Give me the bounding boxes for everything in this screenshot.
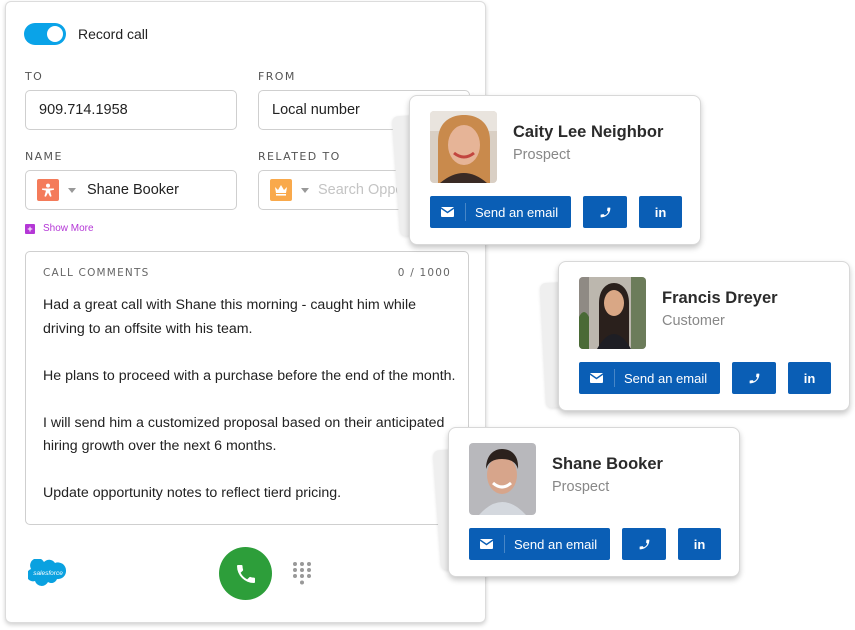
record-call-label: Record call bbox=[78, 26, 149, 42]
contact-avatar bbox=[579, 277, 646, 349]
send-email-label: Send an email bbox=[475, 204, 559, 220]
contact-role: Customer bbox=[662, 313, 725, 329]
contact-avatar bbox=[430, 111, 497, 183]
linkedin-button[interactable]: in bbox=[678, 528, 721, 560]
crown-icon bbox=[270, 179, 292, 201]
contact-card: Shane Booker Prospect Send an email in bbox=[448, 427, 740, 577]
contact-role: Prospect bbox=[513, 147, 571, 163]
linkedin-icon: in bbox=[803, 370, 816, 386]
envelope-icon bbox=[430, 207, 465, 217]
call-comments-label: CALL COMMENTS bbox=[43, 267, 150, 279]
record-call-toggle[interactable] bbox=[24, 23, 66, 45]
to-value: 909.714.1958 bbox=[39, 102, 128, 118]
send-email-button[interactable]: Send an email bbox=[430, 196, 571, 228]
send-email-label: Send an email bbox=[624, 370, 708, 386]
related-dropdown-caret-icon[interactable] bbox=[301, 187, 309, 193]
name-field[interactable]: Shane Booker bbox=[25, 170, 237, 210]
call-contact-button[interactable] bbox=[583, 196, 627, 228]
linkedin-button[interactable]: in bbox=[639, 196, 682, 228]
send-email-button[interactable]: Send an email bbox=[469, 528, 610, 560]
contact-card: Francis Dreyer Customer Send an email in bbox=[558, 261, 850, 411]
call-contact-button[interactable] bbox=[622, 528, 666, 560]
call-button[interactable] bbox=[219, 547, 272, 600]
contact-avatar bbox=[469, 443, 536, 515]
name-dropdown-caret-icon[interactable] bbox=[68, 187, 76, 193]
salesforce-logo-text: salesforce bbox=[33, 570, 63, 577]
linkedin-icon: in bbox=[693, 536, 706, 552]
send-email-button[interactable]: Send an email bbox=[579, 362, 720, 394]
show-more-label: Show More bbox=[43, 223, 94, 234]
contact-role: Prospect bbox=[552, 479, 610, 495]
envelope-icon bbox=[469, 539, 504, 549]
linkedin-icon: in bbox=[654, 204, 667, 220]
call-comments-text[interactable]: Had a great call with Shane this morning… bbox=[43, 294, 458, 529]
phone-icon bbox=[236, 564, 255, 583]
comment-paragraph: He plans to proceed with a purchase befo… bbox=[43, 367, 456, 384]
comment-paragraph: I will send him a customized proposal ba… bbox=[43, 414, 445, 455]
phone-icon bbox=[639, 539, 649, 549]
plus-icon: + bbox=[25, 223, 35, 234]
char-counter: 0 / 1000 bbox=[397, 267, 451, 279]
to-field[interactable]: 909.714.1958 bbox=[25, 90, 237, 130]
contact-name: Shane Booker bbox=[552, 455, 663, 473]
keypad-icon[interactable] bbox=[292, 561, 312, 592]
contact-name: Caity Lee Neighbor bbox=[513, 123, 664, 141]
call-comments-box[interactable]: CALL COMMENTS 0 / 1000 Had a great call … bbox=[25, 251, 469, 525]
from-value: Local number bbox=[272, 102, 360, 118]
contact-card: Caity Lee Neighbor Prospect Send an emai… bbox=[409, 95, 701, 245]
salesforce-logo: salesforce bbox=[26, 558, 68, 592]
name-value: Shane Booker bbox=[87, 182, 179, 198]
name-label: NAME bbox=[25, 150, 63, 163]
to-label: TO bbox=[25, 70, 44, 83]
comment-paragraph: Had a great call with Shane this morning… bbox=[43, 297, 417, 337]
person-icon bbox=[37, 179, 59, 201]
call-contact-button[interactable] bbox=[732, 362, 776, 394]
comment-paragraph: Update opportunity notes to reflect tier… bbox=[43, 485, 342, 501]
from-label: FROM bbox=[258, 70, 296, 83]
linkedin-button[interactable]: in bbox=[788, 362, 831, 394]
related-to-label: RELATED TO bbox=[258, 150, 341, 163]
phone-icon bbox=[600, 207, 610, 217]
contact-name: Francis Dreyer bbox=[662, 289, 778, 307]
phone-icon bbox=[749, 373, 759, 383]
record-call-row: Record call bbox=[24, 23, 148, 45]
show-more-link[interactable]: + Show More bbox=[25, 223, 94, 234]
envelope-icon bbox=[579, 373, 614, 383]
send-email-label: Send an email bbox=[514, 536, 598, 552]
